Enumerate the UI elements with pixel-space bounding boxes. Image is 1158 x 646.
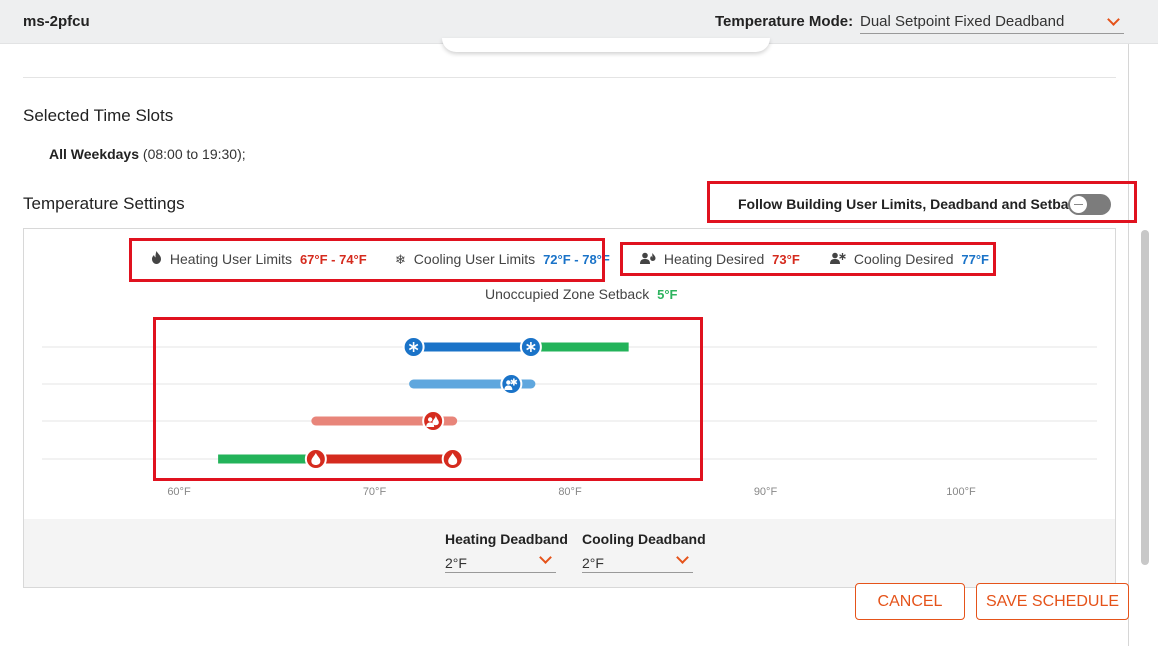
cancel-button[interactable]: CANCEL xyxy=(855,583,965,620)
scrollbar[interactable] xyxy=(1141,230,1149,565)
cooling-deadband-select[interactable]: 2°F xyxy=(582,551,693,573)
heating-deadband-label: Heating Deadband xyxy=(445,531,568,547)
heating-deadband: Heating Deadband 2°F xyxy=(445,531,568,573)
x-tick-label: 100°F xyxy=(946,486,976,498)
tab-pill-edge xyxy=(442,38,770,52)
temperature-panel: Heating User Limits 67°F - 74°F ❄ Coolin… xyxy=(23,228,1116,588)
chevron-down-icon xyxy=(676,551,689,564)
deadband-footer: Heating Deadband 2°F Cooling Deadband 2°… xyxy=(24,519,1115,587)
time-slot-range: (08:00 to 19:30); xyxy=(142,146,246,162)
save-schedule-button[interactable]: SAVE SCHEDULE xyxy=(976,583,1129,620)
cooling-deadband-value: 2°F xyxy=(582,555,604,571)
follow-building-toggle[interactable] xyxy=(1068,194,1111,215)
x-tick-label: 70°F xyxy=(363,486,387,498)
chevron-down-icon xyxy=(539,551,552,564)
toggle-knob xyxy=(1070,196,1087,213)
temperature-settings-title: Temperature Settings xyxy=(23,194,185,213)
temperature-mode-select[interactable]: Dual Setpoint Fixed Deadband xyxy=(860,11,1124,34)
x-tick-label: 80°F xyxy=(558,486,582,498)
device-title: ms-2pfcu xyxy=(23,13,90,30)
user-limits-highlight xyxy=(129,238,605,282)
temperature-mode-label: Temperature Mode: xyxy=(715,13,854,30)
cooling-deadband: Cooling Deadband 2°F xyxy=(582,531,706,573)
selected-time-slots-title: Selected Time Slots xyxy=(23,106,174,125)
x-tick-label: 90°F xyxy=(754,486,778,498)
time-slot-summary: All Weekdays (08:00 to 19:30); xyxy=(49,146,246,162)
divider xyxy=(23,77,1116,78)
desired-highlight xyxy=(620,242,996,276)
temperature-mode-value: Dual Setpoint Fixed Deadband xyxy=(860,13,1065,30)
chevron-down-icon xyxy=(1107,13,1120,26)
heating-deadband-select[interactable]: 2°F xyxy=(445,551,556,573)
heating-deadband-value: 2°F xyxy=(445,555,467,571)
x-tick-label: 60°F xyxy=(167,486,191,498)
chart-highlight xyxy=(153,317,703,481)
cooling-deadband-label: Cooling Deadband xyxy=(582,531,706,547)
time-slot-day: All Weekdays xyxy=(49,146,140,162)
follow-building-label: Follow Building User Limits, Deadband an… xyxy=(738,196,1085,212)
